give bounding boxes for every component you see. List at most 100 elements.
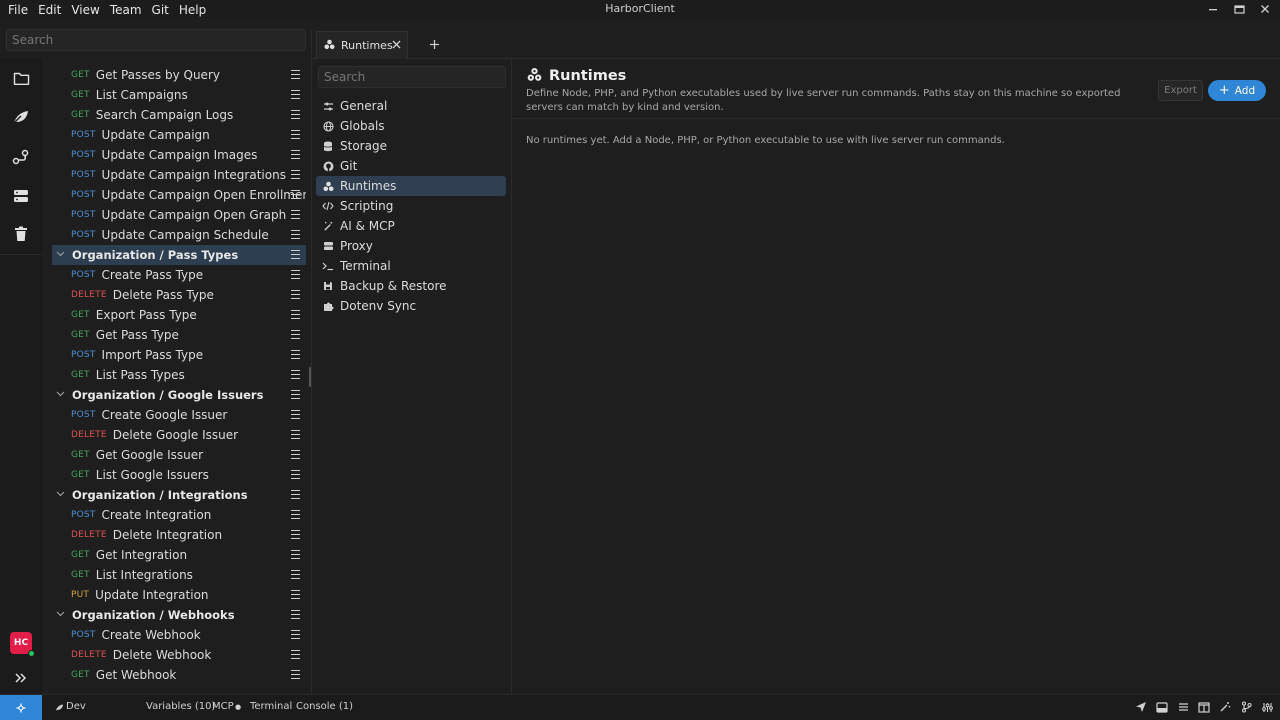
- sidebar-search-input[interactable]: [6, 29, 306, 51]
- request-row[interactable]: DELETE Delete Google Issuer: [52, 425, 306, 445]
- add-runtime-button[interactable]: + Add: [1208, 80, 1266, 101]
- request-row[interactable]: GET List Pass Types: [52, 365, 306, 385]
- menu-git[interactable]: Git: [142, 3, 169, 17]
- settings-icon[interactable]: [1260, 700, 1274, 714]
- folder-row[interactable]: Organization / Integrations: [52, 485, 306, 505]
- inbox-icon[interactable]: [1155, 700, 1169, 714]
- folder-row[interactable]: Organization / Webhooks: [52, 605, 306, 625]
- hamburger-menu-icon[interactable]: [291, 390, 300, 399]
- request-row[interactable]: GET Search Campaign Logs: [52, 105, 306, 125]
- hamburger-menu-icon[interactable]: [291, 270, 300, 279]
- hamburger-menu-icon[interactable]: [291, 190, 300, 199]
- hamburger-menu-icon[interactable]: [291, 530, 300, 539]
- request-row[interactable]: GET Get Webhook: [52, 665, 306, 685]
- request-row[interactable]: POST Import Pass Type: [52, 345, 306, 365]
- request-row[interactable]: GET Get Passes by Query: [52, 65, 306, 85]
- folder-row[interactable]: Organization / Pass Types: [52, 245, 306, 265]
- hamburger-menu-icon[interactable]: [291, 550, 300, 559]
- git-branch-icon[interactable]: [1239, 700, 1253, 714]
- request-row[interactable]: POST Create Google Issuer: [52, 405, 306, 425]
- chevron-down-icon[interactable]: [56, 610, 66, 620]
- request-row[interactable]: GET Get Integration: [52, 545, 306, 565]
- list-icon[interactable]: [1176, 700, 1190, 714]
- hamburger-menu-icon[interactable]: [291, 630, 300, 639]
- trash-icon[interactable]: [11, 224, 31, 244]
- request-row[interactable]: PUT Update Integration: [52, 585, 306, 605]
- settings-nav-backup-restore[interactable]: Backup & Restore: [316, 276, 506, 296]
- server-icon[interactable]: [11, 186, 31, 206]
- request-row[interactable]: DELETE Delete Pass Type: [52, 285, 306, 305]
- request-row[interactable]: GET Get Google Issuer: [52, 445, 306, 465]
- request-row[interactable]: POST Create Integration: [52, 505, 306, 525]
- hamburger-menu-icon[interactable]: [291, 450, 300, 459]
- request-row[interactable]: POST Update Campaign Open Enrollment: [52, 185, 306, 205]
- minimize-icon[interactable]: [1206, 2, 1220, 16]
- terminal-button[interactable]: Terminal: [250, 701, 292, 712]
- hamburger-menu-icon[interactable]: [291, 250, 300, 259]
- hamburger-menu-icon[interactable]: [291, 650, 300, 659]
- hamburger-menu-icon[interactable]: [291, 70, 300, 79]
- mcp-button[interactable]: MCP: [212, 701, 234, 712]
- close-icon[interactable]: [392, 38, 401, 52]
- magic-wand-icon[interactable]: [1218, 700, 1232, 714]
- request-row[interactable]: POST Update Campaign Integrations: [52, 165, 306, 185]
- settings-nav-storage[interactable]: Storage: [316, 136, 506, 156]
- settings-nav-ai-mcp[interactable]: AI & MCP: [316, 216, 506, 236]
- hamburger-menu-icon[interactable]: [291, 490, 300, 499]
- settings-nav-general[interactable]: General: [316, 96, 506, 116]
- hamburger-menu-icon[interactable]: [291, 610, 300, 619]
- request-row[interactable]: POST Update Campaign Open Graph: [52, 205, 306, 225]
- request-row[interactable]: DELETE Delete Webhook: [52, 645, 306, 665]
- leaf-icon[interactable]: [11, 107, 31, 127]
- close-icon[interactable]: [1258, 2, 1272, 16]
- request-row[interactable]: POST Create Pass Type: [52, 265, 306, 285]
- maximize-icon[interactable]: [1232, 2, 1246, 16]
- menu-view[interactable]: View: [61, 3, 99, 17]
- hamburger-menu-icon[interactable]: [291, 510, 300, 519]
- console-button[interactable]: Console (1): [296, 701, 353, 712]
- menu-edit[interactable]: Edit: [28, 3, 61, 17]
- menu-team[interactable]: Team: [100, 3, 142, 17]
- chevron-down-icon[interactable]: [56, 390, 66, 400]
- variables-button[interactable]: Variables (10): [146, 701, 215, 712]
- hamburger-menu-icon[interactable]: [291, 110, 300, 119]
- double-chevron-right-icon[interactable]: [11, 668, 31, 688]
- export-button[interactable]: Export: [1158, 80, 1203, 101]
- request-row[interactable]: DELETE Delete Integration: [52, 525, 306, 545]
- request-row[interactable]: POST Create Webhook: [52, 625, 306, 645]
- send-icon[interactable]: [1134, 700, 1148, 714]
- request-row[interactable]: POST Update Campaign: [52, 125, 306, 145]
- environment-selector[interactable]: Dev: [66, 701, 86, 712]
- hamburger-menu-icon[interactable]: [291, 590, 300, 599]
- request-row[interactable]: GET Export Pass Type: [52, 305, 306, 325]
- hamburger-menu-icon[interactable]: [291, 470, 300, 479]
- settings-nav-proxy[interactable]: Proxy: [316, 236, 506, 256]
- chevron-down-icon[interactable]: [56, 490, 66, 500]
- request-row[interactable]: POST Update Campaign Images: [52, 145, 306, 165]
- folder-icon[interactable]: [11, 68, 31, 88]
- hamburger-menu-icon[interactable]: [291, 370, 300, 379]
- flow-icon[interactable]: [11, 147, 31, 167]
- settings-nav-globals[interactable]: Globals: [316, 116, 506, 136]
- hamburger-menu-icon[interactable]: [291, 230, 300, 239]
- hamburger-menu-icon[interactable]: [291, 330, 300, 339]
- settings-nav-git[interactable]: Git: [316, 156, 506, 176]
- request-row[interactable]: GET List Google Issuers: [52, 465, 306, 485]
- hamburger-menu-icon[interactable]: [291, 350, 300, 359]
- chevron-down-icon[interactable]: [56, 250, 66, 260]
- settings-nav-runtimes[interactable]: Runtimes: [316, 176, 506, 196]
- request-row[interactable]: GET List Integrations: [52, 565, 306, 585]
- folder-row[interactable]: Organization / Google Issuers: [52, 385, 306, 405]
- menu-file[interactable]: File: [0, 3, 28, 17]
- settings-nav-dotenv-sync[interactable]: Dotenv Sync: [316, 296, 506, 316]
- hamburger-menu-icon[interactable]: [291, 310, 300, 319]
- hamburger-menu-icon[interactable]: [291, 410, 300, 419]
- remote-icon[interactable]: [0, 695, 42, 720]
- layout-icon[interactable]: [1197, 700, 1211, 714]
- hamburger-menu-icon[interactable]: [291, 210, 300, 219]
- settings-nav-scripting[interactable]: Scripting: [316, 196, 506, 216]
- hamburger-menu-icon[interactable]: [291, 90, 300, 99]
- hamburger-menu-icon[interactable]: [291, 570, 300, 579]
- settings-nav-terminal[interactable]: Terminal: [316, 256, 506, 276]
- request-row[interactable]: GET List Campaigns: [52, 85, 306, 105]
